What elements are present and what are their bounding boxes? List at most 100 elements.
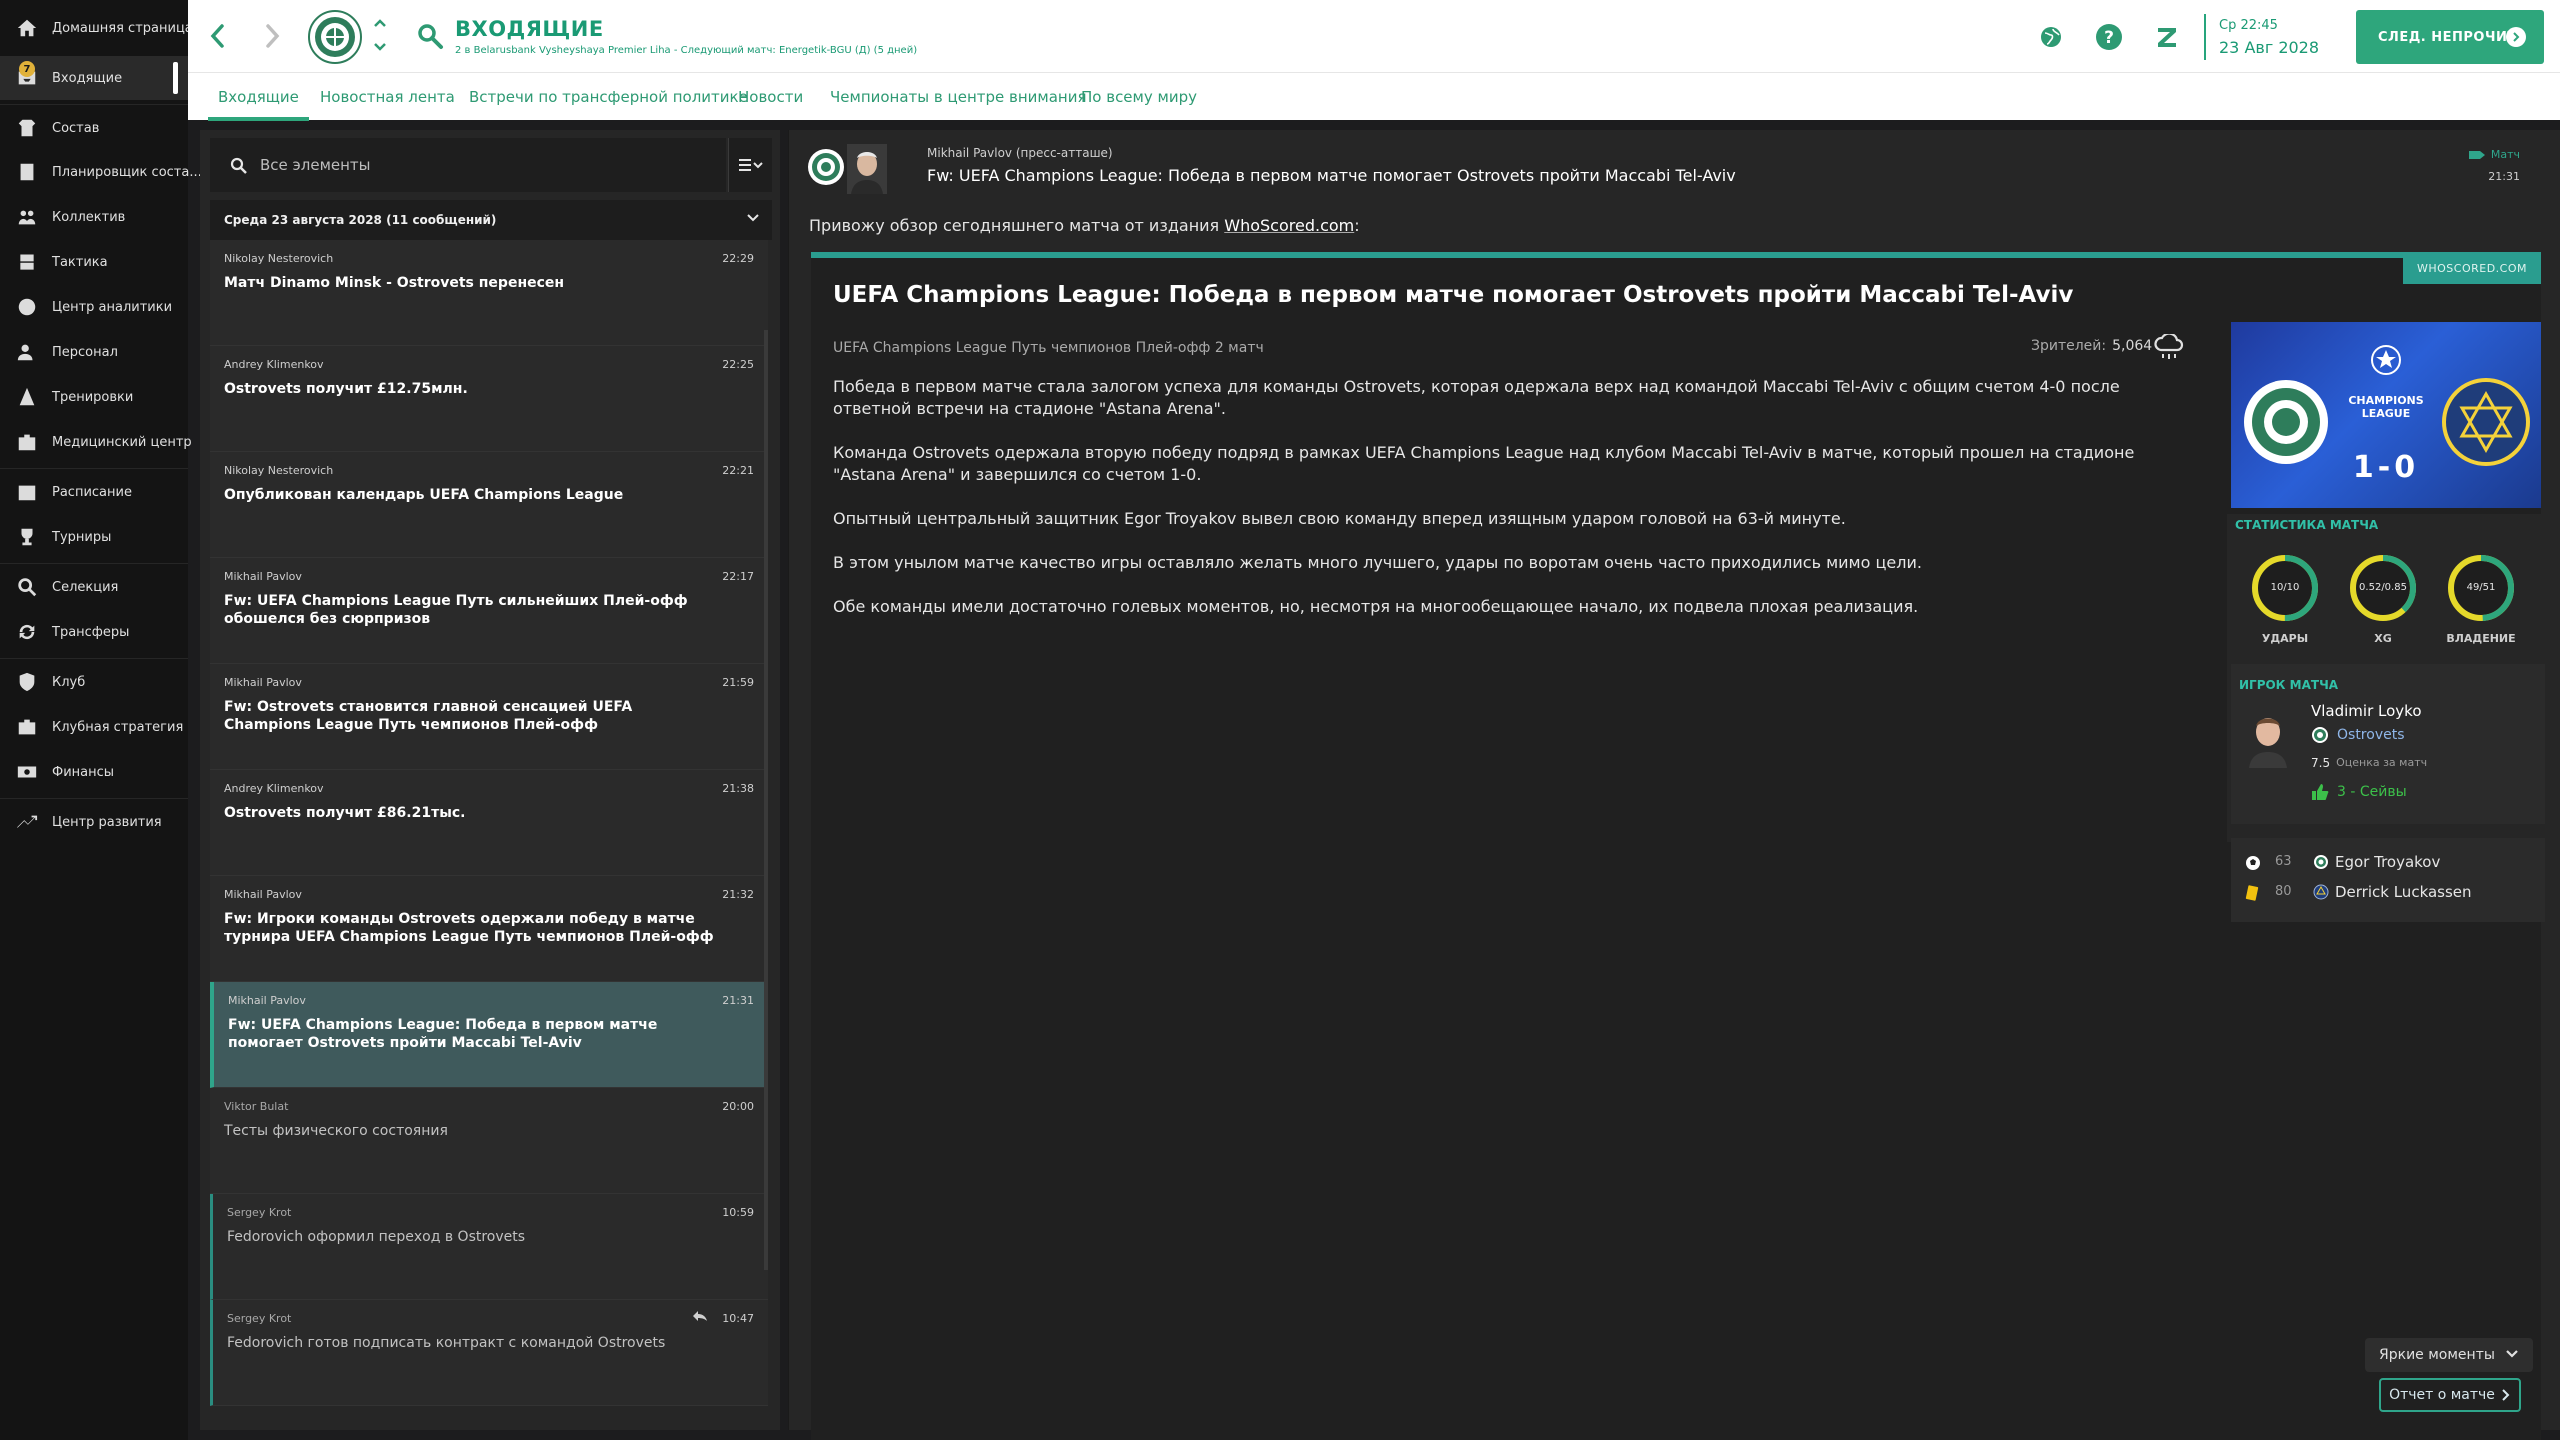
intro-text: Привожу обзор сегодняшнего матча от изда… [809,216,1225,235]
divider [0,468,188,469]
tab-inbox[interactable]: Входящие [208,73,309,121]
match-banner[interactable]: CHAMPIONS LEAGUE 1-0 [2231,322,2541,508]
event-row[interactable]: 63 Egor Troyakov [2231,848,2545,878]
sidebar: Домашняя страница 7 Входящие Состав План… [0,0,202,1440]
chevron-down-icon [747,214,759,222]
list-item[interactable]: Nikolay Nesterovich 22:29 Матч Dinamo Mi… [210,240,768,346]
divider [0,104,188,105]
list-item[interactable]: Sergey Krot 10:59 Fedorovich оформил пер… [210,1194,768,1300]
list-item[interactable]: Andrey Klimenkov 22:25 Ostrovets получит… [210,346,768,452]
list-item[interactable]: Mikhail Pavlov 22:17 Fw: UEFA Champions … [210,558,768,664]
fm-menu-button[interactable] [2150,20,2184,54]
article-paragraph: В этом унылом матче качество игры оставл… [833,553,1922,572]
message-sender: Andrey Klimenkov [224,782,324,795]
sidebar-item-transfers[interactable]: Трансферы [0,610,188,654]
sidebar-item-squad[interactable]: Состав [0,106,188,150]
sidebar-item-label: Коллектив [52,209,126,225]
event-minute: 80 [2275,884,2292,899]
finances-icon [14,759,40,785]
tab-news[interactable]: Новости [738,73,803,121]
potm-club-name[interactable]: Ostrovets [2337,727,2405,743]
highlights-label: Яркие моменты [2379,1347,2495,1363]
player-of-the-match[interactable]: ИГРОК МАТЧА Vladimir Loyko Ostrovets 7.5… [2231,664,2545,824]
message-tag: Матч [2468,148,2520,161]
highlights-dropdown[interactable]: Яркие моменты [2365,1338,2533,1372]
sidebar-item-tactics[interactable]: Тактика [0,240,188,284]
transfers-icon [14,619,40,645]
next-unread-button[interactable]: СЛЕД. НЕПРОЧИТ. [2356,10,2544,64]
match-report-button[interactable]: Отчет о матче [2379,1378,2521,1412]
sidebar-item-competitions[interactable]: Турниры [0,515,188,559]
list-item[interactable]: Sergey Krot 10:47 Fedorovich готов подпи… [210,1300,768,1406]
whoscored-link[interactable]: WhoScored.com [1224,216,1354,235]
xg-gauge: 0.52/0.85 [2347,552,2419,624]
message-sender: Sergey Krot [227,1206,292,1219]
article-paragraph: Победа в первом матче стала залогом успе… [833,377,2120,418]
back-button[interactable] [202,18,234,54]
day-group-header[interactable]: Среда 23 августа 2028 (11 сообщений) [210,200,772,240]
sidebar-item-staff[interactable]: Персонал [0,330,188,374]
previous-club-button[interactable] [370,14,390,32]
search-icon[interactable] [416,22,444,50]
tab-around-the-world[interactable]: По всему миру [1081,73,1197,121]
squad-icon [14,115,40,141]
analytics-icon [14,294,40,320]
filter-menu-icon [738,159,763,171]
event-row[interactable]: 80 Derrick Luckassen [2231,878,2545,908]
sidebar-item-label: Домашняя страница [52,20,193,36]
divider [0,658,188,659]
sidebar-item-schedule[interactable]: Расписание [0,470,188,514]
list-item[interactable]: Mikhail Pavlov 21:59 Fw: Ostrovets стано… [210,664,768,770]
sidebar-item-development[interactable]: Центр развития [0,800,188,844]
message-time: 22:25 [722,358,754,371]
scrollbar[interactable] [764,330,768,1270]
world-button[interactable] [2034,20,2068,54]
sidebar-item-label: Центр аналитики [52,299,173,315]
rating-label: Оценка за матч [2336,756,2428,769]
sidebar-item-club-vision[interactable]: Клубная стратегия [0,705,188,749]
next-club-button[interactable] [370,38,390,56]
message-subject: Fw: UEFA Champions League Путь сильнейши… [224,593,688,627]
sidebar-item-analytics[interactable]: Центр аналитики [0,285,188,329]
forward-button[interactable] [256,18,288,54]
list-item[interactable]: Viktor Bulat 20:00 Тесты физического сос… [210,1088,768,1194]
article-title: UEFA Champions League: Победа в первом м… [833,282,2074,308]
player-avatar [2245,708,2291,768]
gauge-value: 10/10 [2270,582,2300,593]
search-input[interactable] [260,150,660,180]
message-sender: Mikhail Pavlov [224,570,302,583]
list-item[interactable]: Mikhail Pavlov 21:32 Fw: Игроки команды … [210,876,768,982]
divider [0,798,188,799]
list-item[interactable]: Nikolay Nesterovich 22:21 Опубликован ка… [210,452,768,558]
message-time: 22:29 [722,252,754,265]
gauge-label: УДАРЫ [2261,632,2309,645]
message-sender: Andrey Klimenkov [224,358,324,371]
message-subject: Ostrovets получит £12.75млн. [224,381,468,397]
tab-transfer-meetings[interactable]: Встречи по трансферной политике [469,73,748,121]
tab-news-feed[interactable]: Новостная лента [320,73,455,121]
sidebar-item-club[interactable]: Клуб [0,660,188,704]
sidebar-item-dynamics[interactable]: Коллектив [0,195,188,239]
divider [2204,14,2206,60]
help-button[interactable]: ? [2092,20,2126,54]
sidebar-item-label: Клубная стратегия [52,719,184,735]
club-crest-icon [2314,855,2328,869]
sidebar-item-training[interactable]: Тренировки [0,375,188,419]
sidebar-item-inbox[interactable]: 7 Входящие [0,56,188,100]
list-item-selected[interactable]: Mikhail Pavlov 21:31 Fw: UEFA Champions … [210,982,768,1088]
thumbs-up-icon [2312,784,2329,800]
sidebar-item-finances[interactable]: Финансы [0,750,188,794]
competition-logo-text: CHAMPIONS LEAGUE [2348,394,2424,420]
tab-bar: Входящие Новостная лента Встречи по тран… [188,72,2560,121]
page-title: ВХОДЯЩИЕ [455,17,604,41]
day-group-label: Среда 23 августа 2028 (11 сообщений) [224,213,497,227]
list-item[interactable]: Andrey Klimenkov 21:38 Ostrovets получит… [210,770,768,876]
club-crest-icon[interactable] [308,10,362,64]
sidebar-item-medical[interactable]: Медицинский центр [0,420,192,464]
tab-competitions-spotlight[interactable]: Чемпионаты в центре внимания [830,73,1087,121]
sidebar-item-home[interactable]: Домашняя страница [0,6,193,50]
header-bar: ВХОДЯЩИЕ 2 в Belarusbank Vysheyshaya Pre… [188,0,2560,72]
filter-button[interactable] [728,138,772,192]
sidebar-item-scouting[interactable]: Селекция [0,565,188,609]
sidebar-item-squad-planner[interactable]: Планировщик соста... [0,150,202,194]
